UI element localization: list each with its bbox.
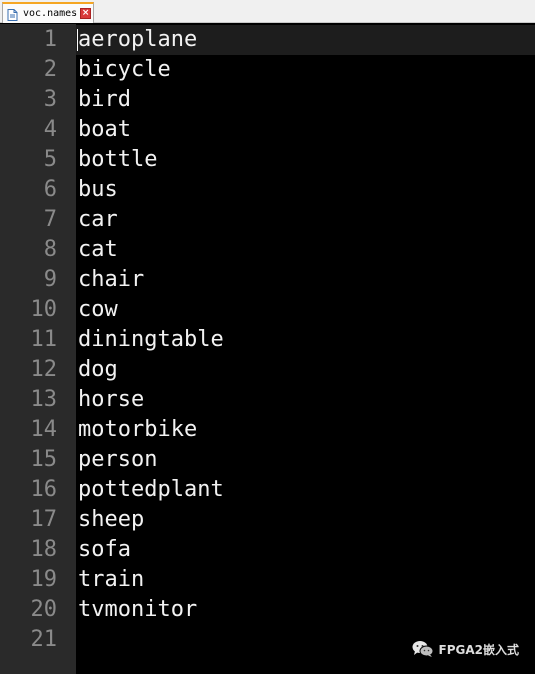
editor-line[interactable]: 8 cat: [0, 235, 535, 265]
editor-line[interactable]: 10 cow: [0, 295, 535, 325]
line-text: cow: [78, 297, 118, 322]
editor-line[interactable]: 6 bus: [0, 175, 535, 205]
line-content[interactable]: sofa: [76, 535, 535, 565]
line-content[interactable]: car: [76, 205, 535, 235]
editor-line[interactable]: 18 sofa: [0, 535, 535, 565]
line-text: horse: [78, 387, 145, 412]
line-content[interactable]: diningtable: [76, 325, 535, 355]
editor-line[interactable]: 19 train: [0, 565, 535, 595]
line-number: 17: [30, 507, 58, 532]
line-content[interactable]: dog: [76, 355, 535, 385]
line-content[interactable]: cow: [76, 295, 535, 325]
tab-bar: voc.names ×: [0, 0, 535, 23]
tab-label: voc.names: [23, 8, 78, 19]
line-text: chair: [78, 267, 145, 292]
line-content[interactable]: cat: [76, 235, 535, 265]
watermark-text: FPGA2嵌入式: [438, 642, 519, 657]
line-content[interactable]: horse: [76, 385, 535, 415]
editor-line[interactable]: 2 bicycle: [0, 55, 535, 85]
editor-line[interactable]: 15 person: [0, 445, 535, 475]
line-content[interactable]: pottedplant: [76, 475, 535, 505]
editor-line[interactable]: 12 dog: [0, 355, 535, 385]
line-content[interactable]: bottle: [76, 145, 535, 175]
editor-line[interactable]: 16 pottedplant: [0, 475, 535, 505]
line-content[interactable]: boat: [76, 115, 535, 145]
editor-line[interactable]: 17 sheep: [0, 505, 535, 535]
line-text: boat: [78, 117, 131, 142]
text-caret: [77, 29, 78, 51]
editor-line[interactable]: 14 motorbike: [0, 415, 535, 445]
editor-line[interactable]: 7 car: [0, 205, 535, 235]
line-text: sheep: [78, 507, 145, 532]
line-number: 4: [43, 117, 57, 142]
line-content[interactable]: bicycle: [76, 55, 535, 85]
line-number: 10: [30, 297, 58, 322]
line-number: 21: [30, 627, 58, 652]
editor-line[interactable]: 1 aeroplane: [0, 25, 535, 55]
watermark: FPGA2嵌入式: [412, 640, 519, 658]
line-number: 19: [30, 567, 58, 592]
line-content[interactable]: sheep: [76, 505, 535, 535]
line-number: 14: [30, 417, 58, 442]
line-number: 18: [30, 537, 58, 562]
line-text: bird: [78, 87, 131, 112]
line-number: 16: [30, 477, 58, 502]
close-icon[interactable]: ×: [80, 8, 92, 19]
line-number: 5: [43, 147, 57, 172]
editor-line[interactable]: 13 horse: [0, 385, 535, 415]
editor-line[interactable]: 9 chair: [0, 265, 535, 295]
line-text: person: [78, 447, 158, 472]
line-number: 2: [43, 57, 57, 82]
line-text: diningtable: [78, 327, 224, 352]
line-number: 8: [43, 237, 57, 262]
line-text: sofa: [78, 537, 131, 562]
line-text: bicycle: [78, 57, 171, 82]
line-text: tvmonitor: [78, 597, 198, 622]
line-content[interactable]: aeroplane: [76, 25, 535, 55]
line-content[interactable]: bird: [76, 85, 535, 115]
wechat-icon: [412, 640, 434, 658]
editor-line[interactable]: 11 diningtable: [0, 325, 535, 355]
tab-voc-names[interactable]: voc.names ×: [2, 2, 94, 23]
line-text: car: [78, 207, 118, 232]
line-number: 1: [43, 27, 57, 52]
line-content[interactable]: tvmonitor: [76, 595, 535, 625]
line-number: 20: [30, 597, 58, 622]
line-text: motorbike: [78, 417, 198, 442]
line-text: cat: [78, 237, 118, 262]
line-text: pottedplant: [78, 477, 224, 502]
line-number: 9: [43, 267, 57, 292]
line-text: bottle: [78, 147, 158, 172]
line-content[interactable]: train: [76, 565, 535, 595]
line-content[interactable]: motorbike: [76, 415, 535, 445]
line-content[interactable]: person: [76, 445, 535, 475]
file-icon: [7, 8, 18, 21]
editor-line[interactable]: 4 boat: [0, 115, 535, 145]
line-number: 7: [43, 207, 57, 232]
line-text: train: [78, 567, 145, 592]
line-number: 15: [30, 447, 58, 472]
line-number: 11: [30, 327, 58, 352]
editor-line[interactable]: 3 bird: [0, 85, 535, 115]
line-text: bus: [78, 177, 118, 202]
line-text: dog: [78, 357, 118, 382]
line-number: 6: [43, 177, 57, 202]
line-content[interactable]: chair: [76, 265, 535, 295]
editor-line[interactable]: 20 tvmonitor: [0, 595, 535, 625]
line-number: 13: [30, 387, 58, 412]
editor-line[interactable]: 5 bottle: [0, 145, 535, 175]
line-number: 3: [43, 87, 57, 112]
line-text: aeroplane: [78, 27, 198, 52]
line-content[interactable]: bus: [76, 175, 535, 205]
line-number: 12: [30, 357, 58, 382]
